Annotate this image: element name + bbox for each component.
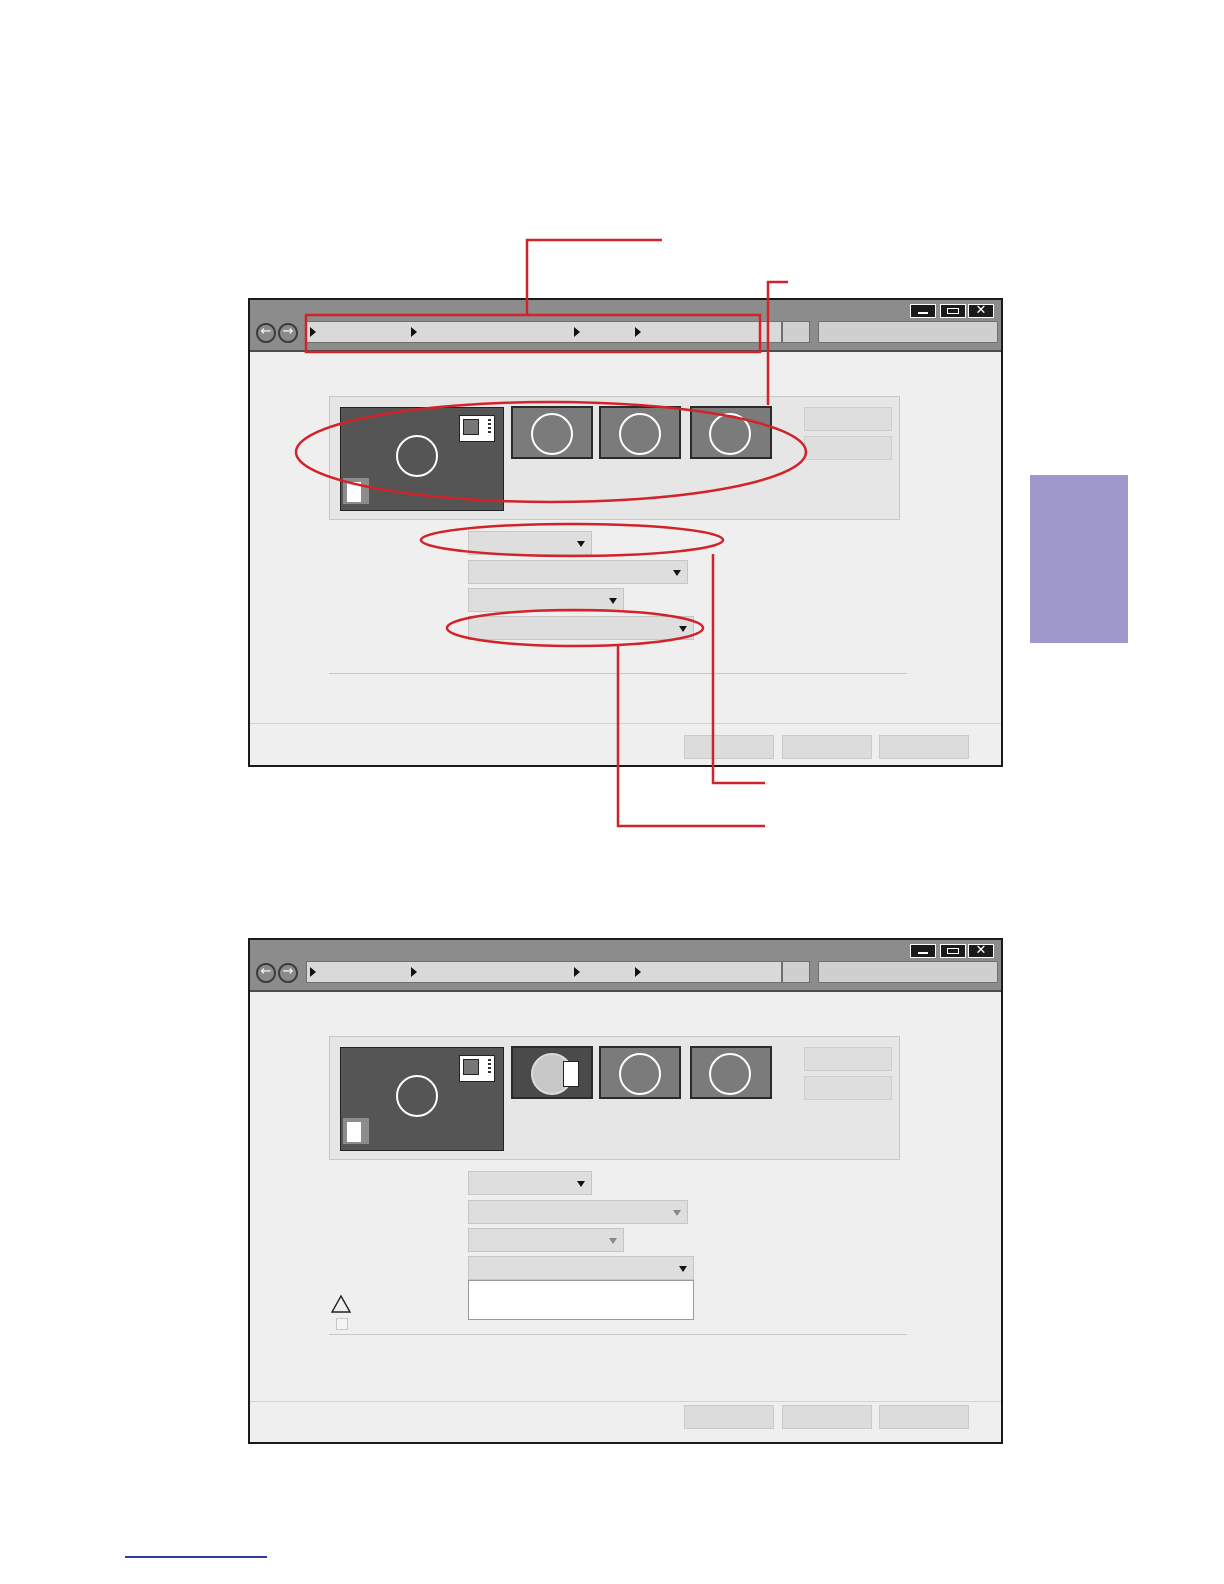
- detect-button[interactable]: [804, 1047, 892, 1071]
- minimize-icon[interactable]: [910, 944, 936, 958]
- breadcrumb-arrow-icon[interactable]: [310, 967, 316, 977]
- breadcrumb-callout-line: [525, 238, 662, 315]
- multiple-displays-dropdown[interactable]: [468, 1256, 694, 1280]
- display-dropdown[interactable]: [468, 1171, 592, 1195]
- callout-overlay: [294, 238, 808, 828]
- breadcrumb-arrow-icon[interactable]: [411, 967, 417, 977]
- video-icon: [459, 1055, 495, 1082]
- multiple-displays-callout-line: [616, 646, 765, 828]
- footer-link-underline[interactable]: [125, 1556, 267, 1558]
- monitor-circle-icon: [619, 1053, 661, 1095]
- section-divider: [329, 1334, 907, 1335]
- monitor-thumbnail-main[interactable]: [340, 1047, 504, 1151]
- multiple-displays-options-list[interactable]: [468, 1280, 694, 1320]
- monitor-thumbnail-3[interactable]: [599, 1046, 681, 1099]
- warning-triangle-icon: [330, 1294, 352, 1313]
- address-bar[interactable]: [306, 961, 782, 983]
- search-input[interactable]: [818, 961, 998, 983]
- title-bar: ✕ ← →: [250, 940, 1001, 992]
- refresh-button[interactable]: [782, 961, 810, 983]
- breadcrumb-arrow-icon[interactable]: [635, 967, 641, 977]
- ok-button[interactable]: [684, 1405, 774, 1429]
- apply-button[interactable]: [879, 1405, 969, 1429]
- maximize-icon[interactable]: [940, 944, 966, 958]
- resolution-dropdown[interactable]: [468, 1200, 688, 1224]
- display-arrangement-panel: [329, 1036, 900, 1160]
- monitor-thumbnail-4[interactable]: [690, 1046, 772, 1099]
- breadcrumb-arrow-icon[interactable]: [574, 967, 580, 977]
- display-dropdown-callout-ellipse: [419, 522, 725, 558]
- back-button[interactable]: ←: [256, 963, 276, 983]
- footer-divider: [250, 1401, 1001, 1402]
- breadcrumb-callout-box: [304, 313, 762, 354]
- monitors-callout-line: [766, 280, 788, 405]
- checkbox[interactable]: [336, 1318, 348, 1330]
- cancel-button[interactable]: [782, 1405, 872, 1429]
- window-bottom: ✕ ← →: [248, 938, 1003, 1444]
- monitor-circle-icon: [396, 1075, 438, 1117]
- identify-button[interactable]: [804, 1076, 892, 1100]
- forward-button[interactable]: →: [278, 963, 298, 983]
- orientation-dropdown[interactable]: [468, 1228, 624, 1252]
- monitors-callout-ellipse: [294, 400, 808, 504]
- multiple-displays-callout-ellipse: [445, 608, 705, 648]
- video-icon: [563, 1061, 579, 1087]
- monitor-circle-icon: [709, 1053, 751, 1095]
- display-dropdown-callout-line: [711, 554, 765, 785]
- monitor-thumbnail-2[interactable]: [511, 1046, 593, 1099]
- document-icon: [343, 1118, 369, 1144]
- close-icon[interactable]: ✕: [968, 944, 994, 958]
